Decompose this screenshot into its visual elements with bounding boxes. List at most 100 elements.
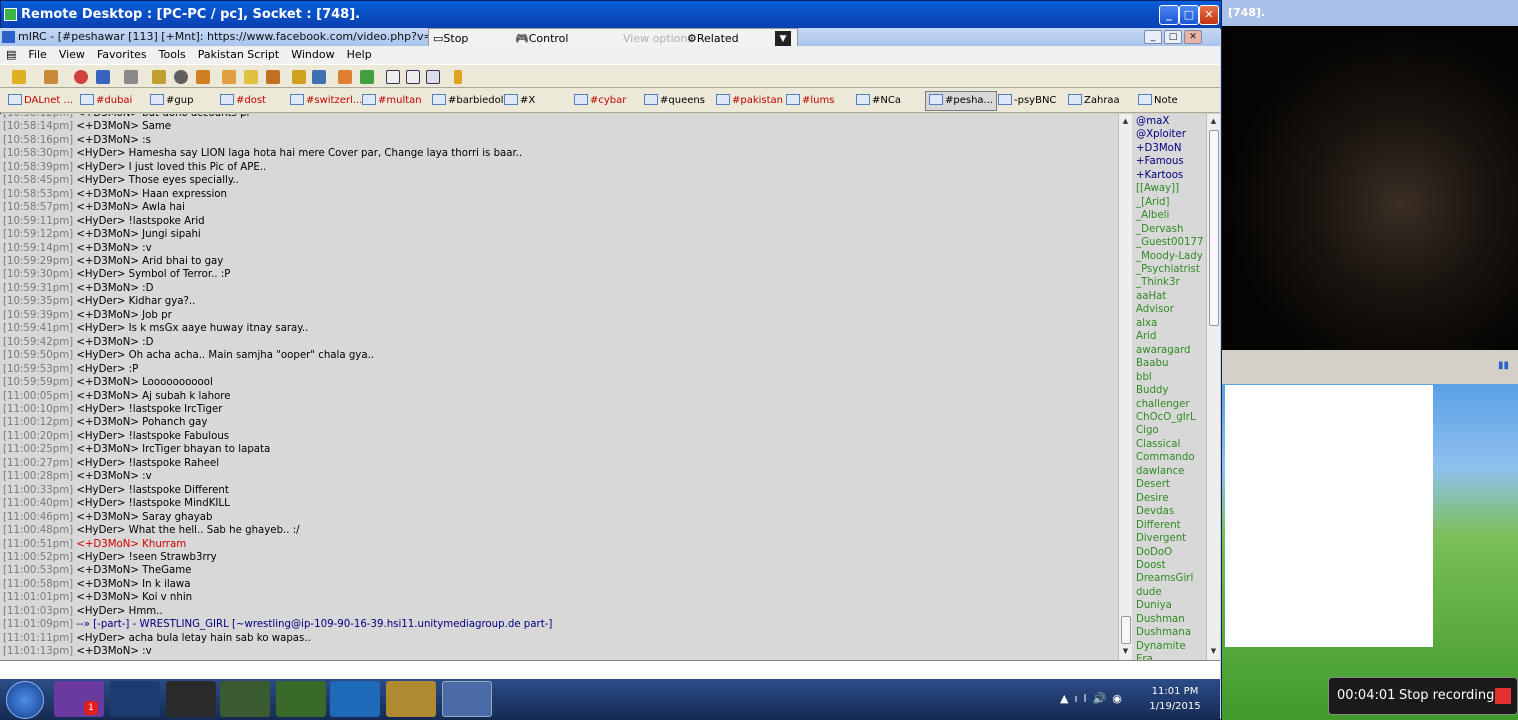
colors-icon[interactable] — [196, 70, 210, 84]
nick-item[interactable]: Duniya — [1136, 599, 1206, 612]
switch-dost[interactable]: #dost — [220, 93, 266, 109]
nick-item[interactable]: Classical — [1136, 438, 1206, 451]
menu-window[interactable]: Window — [285, 46, 340, 64]
switch-dubai[interactable]: #dubai — [80, 93, 132, 109]
stop-icon[interactable] — [1495, 688, 1511, 704]
nick-item[interactable]: Divergent — [1136, 532, 1206, 545]
nick-item[interactable]: DoDoO — [1136, 546, 1206, 559]
log-icon[interactable] — [338, 70, 352, 84]
explorer-taskbar-icon[interactable] — [386, 681, 436, 717]
scroll-up-icon[interactable]: ▲ — [1208, 116, 1219, 127]
switch-psybnc[interactable]: -psyBNC — [998, 93, 1056, 109]
help-icon[interactable] — [454, 70, 462, 84]
tile-vertical-icon[interactable] — [406, 70, 420, 84]
mirc-restore-button[interactable]: □ — [1164, 30, 1182, 44]
nick-item[interactable]: Cigo — [1136, 424, 1206, 437]
menu-file[interactable]: File — [22, 46, 52, 64]
nick-item[interactable]: Era — [1136, 653, 1206, 660]
dcc-send-icon[interactable] — [222, 70, 236, 84]
mirc-taskbar-icon[interactable] — [442, 681, 492, 717]
nick-item[interactable]: Desire — [1136, 492, 1206, 505]
ccleaner-taskbar-icon[interactable] — [110, 681, 160, 717]
received-icon[interactable] — [360, 70, 374, 84]
nick-item[interactable]: awaragard — [1136, 344, 1206, 357]
message-input[interactable] — [0, 660, 1220, 679]
viber-taskbar-icon[interactable]: 1 — [54, 681, 104, 717]
remote-desktop-titlebar[interactable]: Remote Desktop : [PC-PC / pc], Socket : … — [1, 1, 1221, 29]
menu-tools[interactable]: Tools — [153, 46, 192, 64]
nick-item[interactable]: _Psychiatrist — [1136, 263, 1206, 276]
nicklist-scrollbar[interactable]: ▲ ▼ — [1206, 114, 1220, 660]
nick-item[interactable]: +Kartoos — [1136, 169, 1206, 182]
menu-favorites[interactable]: Favorites — [91, 46, 153, 64]
nick-item[interactable]: _Dervash — [1136, 223, 1206, 236]
nick-item[interactable]: Desert — [1136, 478, 1206, 491]
nick-item[interactable]: Commando — [1136, 451, 1206, 464]
nick-item[interactable]: Buddy — [1136, 384, 1206, 397]
switch-zahraa[interactable]: Zahraa — [1068, 93, 1120, 109]
switch-barbiedoll[interactable]: #barbiedoll — [432, 93, 506, 109]
menu-help[interactable]: Help — [341, 46, 378, 64]
chat-scrollbar[interactable]: ▲ ▼ — [1118, 114, 1132, 660]
switch-cybar[interactable]: #cybar — [574, 93, 626, 109]
nick-item[interactable]: _[Arid] — [1136, 196, 1206, 209]
mirc-close-button[interactable]: ✕ — [1184, 30, 1202, 44]
utorrent-taskbar-icon[interactable] — [276, 681, 326, 717]
nick-item[interactable]: ChOcO_gIrL — [1136, 411, 1206, 424]
switch-note[interactable]: Note — [1138, 93, 1178, 109]
nick-item[interactable]: Devdas — [1136, 505, 1206, 518]
webcam-window-titlebar[interactable]: [748]. — [1222, 0, 1518, 26]
switch-dalnet[interactable]: DALnet ... — [8, 93, 73, 109]
nick-item[interactable]: bbl — [1136, 371, 1206, 384]
cascade-icon[interactable] — [426, 70, 440, 84]
channels-icon[interactable] — [96, 70, 110, 84]
switch-x[interactable]: #X — [504, 93, 535, 109]
minimize-button[interactable]: _ — [1159, 5, 1179, 25]
switch-queens[interactable]: #queens — [644, 93, 705, 109]
mirc-minimize-button[interactable]: _ — [1144, 30, 1162, 44]
switch-multan[interactable]: #multan — [362, 93, 422, 109]
address-book-icon[interactable] — [152, 70, 166, 84]
scroll-down-icon[interactable]: ▼ — [1120, 646, 1131, 657]
menu-pakistan-script[interactable]: Pakistan Script — [192, 46, 285, 64]
switch-peshawar[interactable]: #pesha... — [925, 91, 998, 111]
favorites-icon[interactable] — [74, 70, 88, 84]
nick-item[interactable]: alxa — [1136, 317, 1206, 330]
nick-item[interactable]: DreamsGirl — [1136, 572, 1206, 585]
nick-item[interactable]: Dushmana — [1136, 626, 1206, 639]
nick-item[interactable]: challenger — [1136, 398, 1206, 411]
nick-item[interactable]: @maX — [1136, 115, 1206, 128]
nick-item[interactable]: _Albeli — [1136, 209, 1206, 222]
options-icon[interactable] — [44, 70, 58, 84]
chrome-taskbar-icon[interactable] — [220, 681, 270, 717]
nick-item[interactable]: _Moody-Lady — [1136, 250, 1206, 263]
nick-item[interactable]: Advisor — [1136, 303, 1206, 316]
dcc-chat-icon[interactable] — [244, 70, 258, 84]
url-list-icon[interactable] — [312, 70, 326, 84]
nick-item[interactable]: Baabu — [1136, 357, 1206, 370]
script-editor-icon[interactable] — [124, 70, 138, 84]
switch-pakistan[interactable]: #pakistan — [716, 93, 783, 109]
switch-lums[interactable]: #lums — [786, 93, 834, 109]
close-button[interactable]: ✕ — [1199, 5, 1219, 25]
switch-switzerland[interactable]: #switzerl... — [290, 93, 362, 109]
nick-item[interactable]: @Xploiter — [1136, 128, 1206, 141]
nick-item[interactable]: dawlance — [1136, 465, 1206, 478]
stop-recording-button[interactable]: Stop recording — [1399, 678, 1494, 714]
scroll-up-icon[interactable]: ▲ — [1120, 116, 1131, 127]
nick-item[interactable]: Dushman — [1136, 613, 1206, 626]
chevron-down-icon[interactable]: ▼ — [775, 31, 791, 47]
tile-horizontal-icon[interactable] — [386, 70, 400, 84]
dcc-list-icon[interactable] — [266, 70, 280, 84]
nick-scroll-thumb[interactable] — [1209, 130, 1219, 326]
app-taskbar-icon[interactable] — [166, 681, 216, 717]
nick-item[interactable]: _Guest00177 — [1136, 236, 1206, 249]
connect-icon[interactable] — [12, 70, 26, 84]
nick-item[interactable]: [[Away]] — [1136, 182, 1206, 195]
nick-item[interactable]: dude — [1136, 586, 1206, 599]
switch-gup[interactable]: #gup — [150, 93, 193, 109]
timer-icon[interactable] — [174, 70, 188, 84]
chat-scroll-thumb[interactable] — [1121, 616, 1131, 644]
menu-view[interactable]: View — [53, 46, 91, 64]
nick-item[interactable]: aaHat — [1136, 290, 1206, 303]
